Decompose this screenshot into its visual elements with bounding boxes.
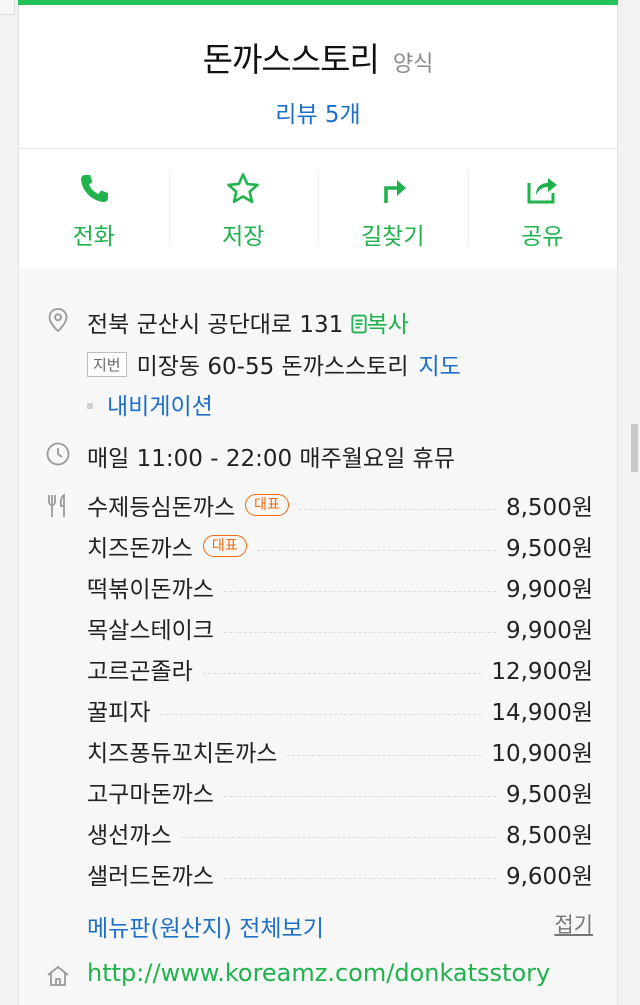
dotted-leader (223, 631, 496, 633)
menu-item: 고구마돈까스 9,500원 (87, 775, 593, 809)
menu-item: 떡볶이돈까스 9,900원 (87, 570, 593, 604)
menu-price: 9,900원 (505, 618, 593, 644)
save-label: 저장 (222, 224, 265, 250)
clock-icon (46, 442, 70, 466)
share-button[interactable]: 공유 (467, 149, 618, 269)
menu-price: 9,500원 (505, 536, 593, 562)
menu-item: 치즈돈까스 대표 9,500원 (87, 529, 593, 563)
menu-price: 9,500원 (505, 782, 593, 808)
menu-item: 고르곤졸라 12,900원 (87, 652, 593, 686)
star-icon (227, 173, 260, 204)
menu-name: 떡볶이돈까스 (87, 577, 214, 603)
menu-name: 고구마돈까스 (87, 782, 214, 808)
directions-label: 길찾기 (361, 224, 425, 250)
jibeon-tag: 지번 (87, 352, 127, 377)
signature-badge: 대표 (245, 494, 289, 516)
place-info-section: 전북 군산시 공단대로 131 복사 지번 미장동 60-55 돈까스스토리 지도 … (19, 269, 617, 1005)
menu-item: 수제등심돈까스 대표 8,500원 (87, 488, 593, 522)
dotted-leader (181, 836, 496, 838)
menu-name: 고르곤졸라 (87, 659, 193, 685)
business-hours: 매일 11:00 - 22:00 매주월요일 휴뮤 (87, 446, 455, 472)
place-title: 돈까스스토리 (202, 40, 380, 79)
dotted-leader (160, 713, 482, 715)
signature-badge: 대표 (202, 535, 247, 557)
place-card: 돈까스스토리 양식 리뷰 5개 전화 저장 길찾기 공유 전북 군산시 공단대로… (18, 5, 618, 1005)
dotted-leader (223, 877, 496, 879)
menu-price: 14,900원 (491, 700, 593, 726)
dotted-leader (223, 590, 496, 592)
call-label: 전화 (72, 224, 115, 250)
menu-price: 8,500원 (505, 823, 593, 849)
menu-price: 10,900원 (491, 741, 593, 767)
menu-name: 목살스테이크 (87, 618, 214, 644)
jibeon-address: 미장동 60-55 돈까스스토리 (136, 354, 409, 380)
menu-name: 샐러드돈까스 (87, 864, 214, 890)
copy-address-button[interactable]: 복사 (351, 312, 409, 338)
dotted-leader (298, 508, 496, 510)
menu-item: 치즈퐁듀꼬치돈까스 10,900원 (87, 734, 593, 768)
menu-item: 목살스테이크 9,900원 (87, 611, 593, 645)
copy-label: 복사 (366, 312, 409, 338)
scrollbar[interactable] (631, 424, 638, 472)
directions-button[interactable]: 길찾기 (318, 149, 468, 269)
menu-name: 치즈돈까스 (87, 536, 193, 562)
phone-icon (80, 175, 108, 202)
home-icon (47, 965, 69, 986)
copy-icon (351, 314, 367, 334)
jibeon-address-line: 지번 미장동 60-55 돈까스스토리 지도 (87, 347, 461, 381)
fold-link[interactable]: 접기 (554, 909, 593, 939)
menu-name: 생선까스 (87, 823, 172, 849)
menu-item: 샐러드돈까스 9,600원 (87, 857, 593, 891)
window-corner (0, 0, 15, 15)
menu-price: 9,900원 (505, 577, 593, 603)
place-header: 돈까스스토리 양식 리뷰 5개 (19, 5, 617, 149)
menu-price: 9,600원 (505, 864, 593, 890)
review-count-link[interactable]: 리뷰 5개 (19, 95, 617, 129)
bullet-dot (87, 403, 93, 409)
menu-name: 수제등심돈까스 (87, 495, 236, 521)
location-pin-icon (48, 308, 68, 333)
directions-icon (383, 180, 406, 203)
dotted-leader (287, 754, 482, 756)
navigation-line: 내비게이션 (87, 387, 213, 421)
website-link[interactable]: http://www.koreamz.com/donkatsstory (87, 959, 550, 987)
place-category: 양식 (392, 52, 434, 77)
dotted-leader (256, 549, 496, 551)
menu-price: 12,900원 (491, 659, 593, 685)
dotted-leader (223, 795, 496, 797)
menu-name: 치즈퐁듀꼬치돈까스 (87, 741, 278, 767)
share-label: 공유 (521, 224, 564, 250)
full-menu-link[interactable]: 메뉴판(원산지) 전체보기 (87, 909, 324, 943)
menu-item: 생선까스 8,500원 (87, 816, 593, 850)
menu-price: 8,500원 (505, 495, 593, 521)
call-button[interactable]: 전화 (19, 149, 169, 269)
action-bar: 전화 저장 길찾기 공유 (19, 149, 617, 270)
road-address: 전북 군산시 공단대로 131 (87, 312, 344, 338)
menu-name: 꿀피자 (87, 700, 151, 726)
map-link[interactable]: 지도 (419, 354, 461, 380)
dotted-leader (202, 672, 482, 674)
navigation-link[interactable]: 내비게이션 (107, 394, 213, 420)
menu-item: 꿀피자 14,900원 (87, 693, 593, 727)
fork-knife-icon (48, 493, 65, 517)
save-button[interactable]: 저장 (168, 149, 319, 269)
share-icon (527, 178, 558, 204)
road-address-line: 전북 군산시 공단대로 131 복사 (87, 305, 409, 339)
